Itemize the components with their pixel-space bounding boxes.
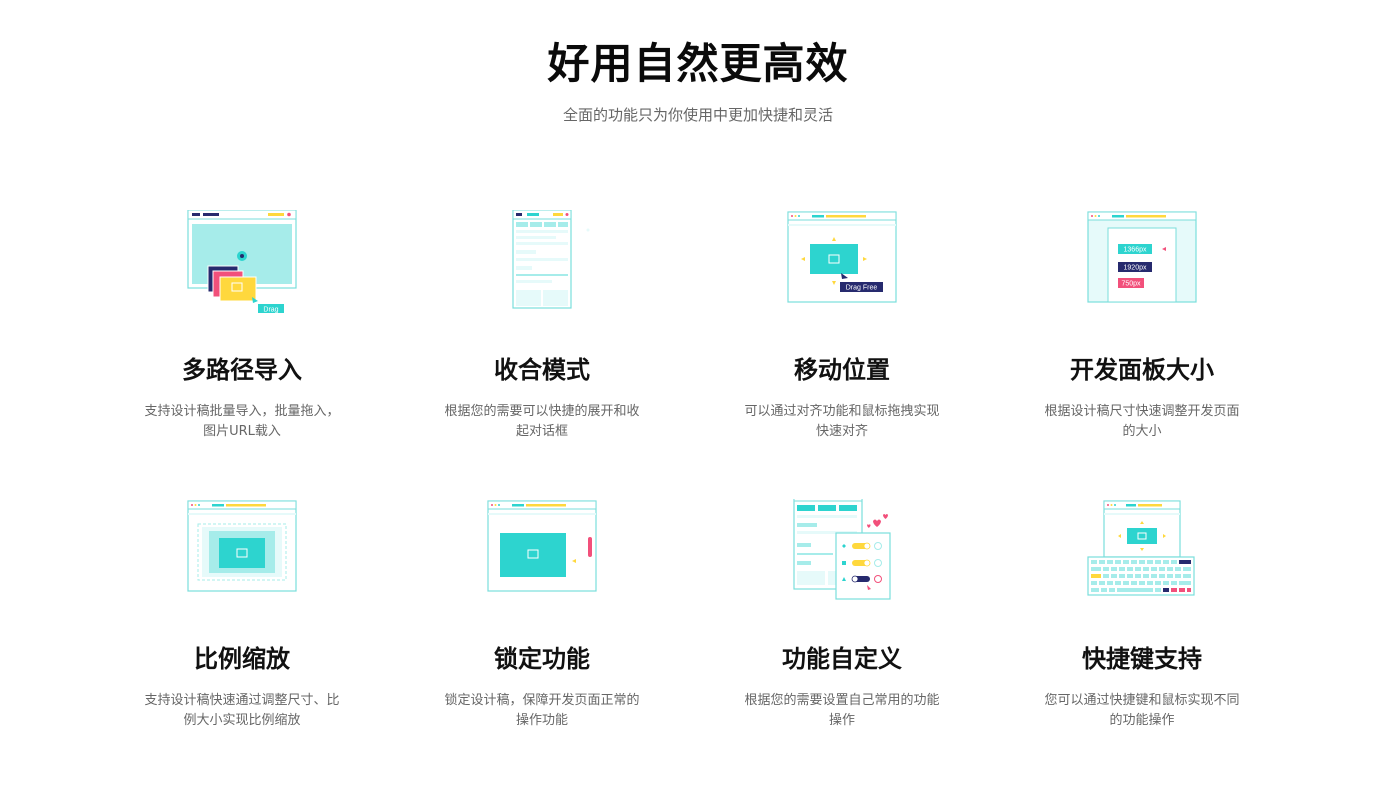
feature-desc: 锁定设计稿，保障开发页面正常的操作功能 <box>444 693 640 728</box>
feature-title: 锁定功能 <box>494 645 590 673</box>
feature-title: 多路径导入 <box>182 356 302 384</box>
size-label-1920: 1920px <box>1124 265 1147 272</box>
drag-tag: Drag <box>263 307 278 314</box>
feature-desc: 您可以通过快捷键和鼠标实现不同的功能操作 <box>1044 693 1240 728</box>
feature-card-scale: 比例缩放 支持设计稿快速通过调整尺寸、比例大小实现比例缩放 <box>92 499 392 759</box>
hero-title: 好用自然更高效 <box>547 39 849 88</box>
multi-import-illustration: Drag <box>187 210 297 314</box>
feature-card-move: Drag Free 移动位置 可以通过对齐功能和鼠标拖拽实现快速对齐 <box>692 210 992 470</box>
feature-title: 功能自定义 <box>782 645 902 673</box>
lock-illustration <box>487 500 597 592</box>
feature-card-collapse: 收合模式 根据您的需要可以快捷的展开和收起对话框 <box>392 210 692 470</box>
collapse-mode-illustration <box>512 210 590 309</box>
feature-title: 移动位置 <box>794 356 890 384</box>
move-position-illustration: Drag Free <box>787 211 897 303</box>
feature-title: 开发面板大小 <box>1070 356 1214 384</box>
feature-title: 收合模式 <box>494 356 590 384</box>
customize-illustration <box>793 499 891 600</box>
scale-illustration <box>187 500 297 592</box>
feature-desc: 可以通过对齐功能和鼠标拖拽实现快速对齐 <box>744 404 940 439</box>
feature-desc: 根据您的需要设置自己常用的功能操作 <box>744 693 940 728</box>
panel-size-illustration: 1366px 1920px 750px <box>1087 211 1197 303</box>
shortcut-illustration <box>1087 500 1195 596</box>
feature-desc: 支持设计稿批量导入，批量拖入，图片URL载入 <box>144 404 340 439</box>
feature-desc: 根据您的需要可以快捷的展开和收起对话框 <box>444 404 640 439</box>
feature-card-customize: 功能自定义 根据您的需要设置自己常用的功能操作 <box>692 499 992 759</box>
feature-desc: 根据设计稿尺寸快速调整开发页面的大小 <box>1044 404 1240 439</box>
feature-card-lock: 锁定功能 锁定设计稿，保障开发页面正常的操作功能 <box>392 499 692 759</box>
feature-card-shortcut: 快捷键支持 您可以通过快捷键和鼠标实现不同的功能操作 <box>992 499 1292 759</box>
feature-title: 比例缩放 <box>194 645 290 673</box>
hero-subtitle: 全面的功能只为你使用中更加快捷和灵活 <box>562 106 833 124</box>
feature-card-panel-size: 1366px 1920px 750px 开发面板大小 根据设计稿尺寸快速调整开发… <box>992 210 1292 470</box>
drag-free-tag: Drag Free <box>846 285 878 292</box>
size-label-1366: 1366px <box>1124 247 1147 254</box>
feature-title: 快捷键支持 <box>1082 645 1202 673</box>
feature-card-import: Drag 多路径导入 支持设计稿批量导入，批量拖入，图片URL载入 <box>92 210 392 470</box>
feature-desc: 支持设计稿快速通过调整尺寸、比例大小实现比例缩放 <box>144 693 340 728</box>
size-label-750: 750px <box>1121 281 1141 288</box>
